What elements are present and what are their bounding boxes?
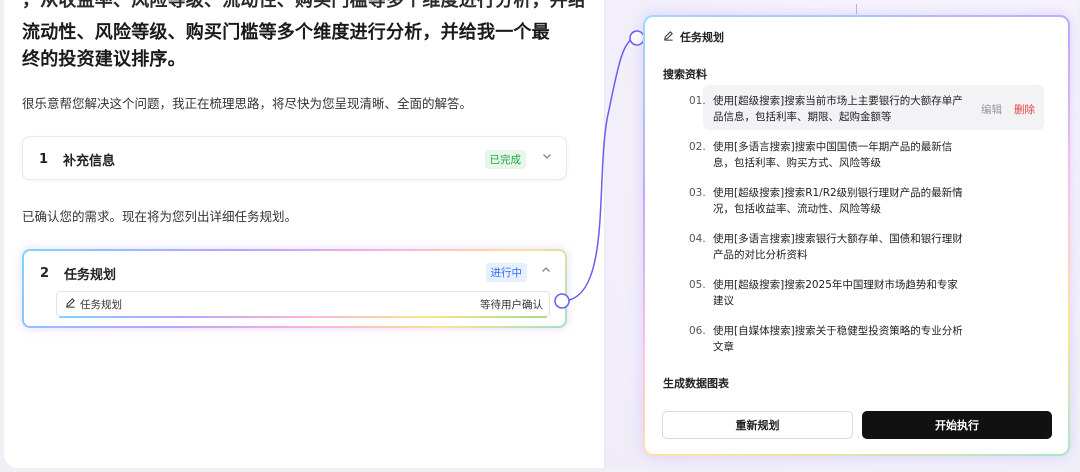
sub-task-status: 等待用户确认 [480,298,543,311]
connector-start-node [554,293,570,309]
plan-step-text: 使用[超级搜索]搜索2025年中国理财市场趋势和专家建议 [713,279,958,307]
user-question-line-2: 终的投资建议排序。 [22,49,186,70]
step-card-task-planning[interactable]: 2 任务规划 进行中 任务规划 等待用户确认 [22,249,567,328]
plan-step-number: 05. [689,279,706,291]
connector-line [554,30,645,309]
plan-step-text: 使用[自媒体搜索]搜索关于稳健型投资策略的专业分析文章 [713,325,963,353]
app-window: ，从收益率、风险等级、流动性、购买门槛等多个维度进行分析，并给 流动性、风险等级… [4,0,1077,468]
panel-header: 任务规划 [663,29,724,45]
step-title: 任务规划 [64,267,117,283]
plan-step-text: 使用[多语言搜索]搜索中国国债一年期产品的最新信息，包括利率、购买方式、风险等级 [713,141,953,169]
step-card-supplement[interactable]: 1 补充信息 已完成 [22,136,567,180]
plan-step-number: 04. [689,233,706,245]
plan-step-number: 06. [689,325,706,337]
assistant-intro: 很乐意帮您解决这个问题，我正在梳理思路，将尽快为您呈现清晰、全面的解答。 [22,96,473,111]
panel-title: 任务规划 [680,31,724,44]
user-question-cut-line: ，从收益率、风险等级、流动性、购买门槛等多个维度进行分析，并给 [22,0,587,11]
connector-end-node [629,30,645,46]
edit-step-button[interactable]: 编辑 [981,102,1002,117]
plan-step-text: 使用[超级搜索]搜索R1/R2级别银行理财产品的最新情况，包括收益率、流动性、风… [713,187,963,215]
plan-step-number: 01. [689,95,706,107]
replan-button[interactable]: 重新规划 [662,411,853,439]
status-badge-done: 已完成 [484,150,526,169]
step-number: 2 [40,265,50,281]
assistant-confirm: 已确认您的需求。现在将为您列出详细任务规划。 [22,209,298,224]
pencil-icon [663,30,674,44]
plan-step-text: 使用[多语言搜索]搜索银行大额存单、国债和银行理财产品的对比分析资料 [713,233,963,261]
section-search-label: 搜索资料 [663,68,707,81]
scroll-tick [856,4,857,14]
step-title: 补充信息 [63,153,116,169]
chat-pane: ，从收益率、风险等级、流动性、购买门槛等多个维度进行分析，并给 流动性、风险等级… [4,0,604,468]
pencil-icon [65,297,76,311]
sub-task-label: 任务规划 [80,298,122,311]
plan-step-number: 02. [689,141,706,153]
plan-step-text: 使用[超级搜索]搜索当前市场上主要银行的大额存单产品信息，包括利率、期限、起购金… [713,95,963,123]
section-chart-label: 生成数据图表 [663,377,729,390]
task-plan-panel: 任务规划 搜索资料 01. 使用[超级搜索]搜索当前市场上主要银行的大额存单产品… [643,15,1070,456]
sub-task-planning[interactable]: 任务规划 等待用户确认 [56,291,550,318]
status-badge-in-progress: 进行中 [485,263,527,282]
step-number: 1 [39,151,49,167]
user-question-line-1: 流动性、风险等级、购买门槛等多个维度进行分析，并给我一个最 [22,22,550,43]
start-execution-button[interactable]: 开始执行 [862,411,1052,439]
delete-step-button[interactable]: 删除 [1014,102,1035,117]
plan-step-number: 03. [689,187,706,199]
